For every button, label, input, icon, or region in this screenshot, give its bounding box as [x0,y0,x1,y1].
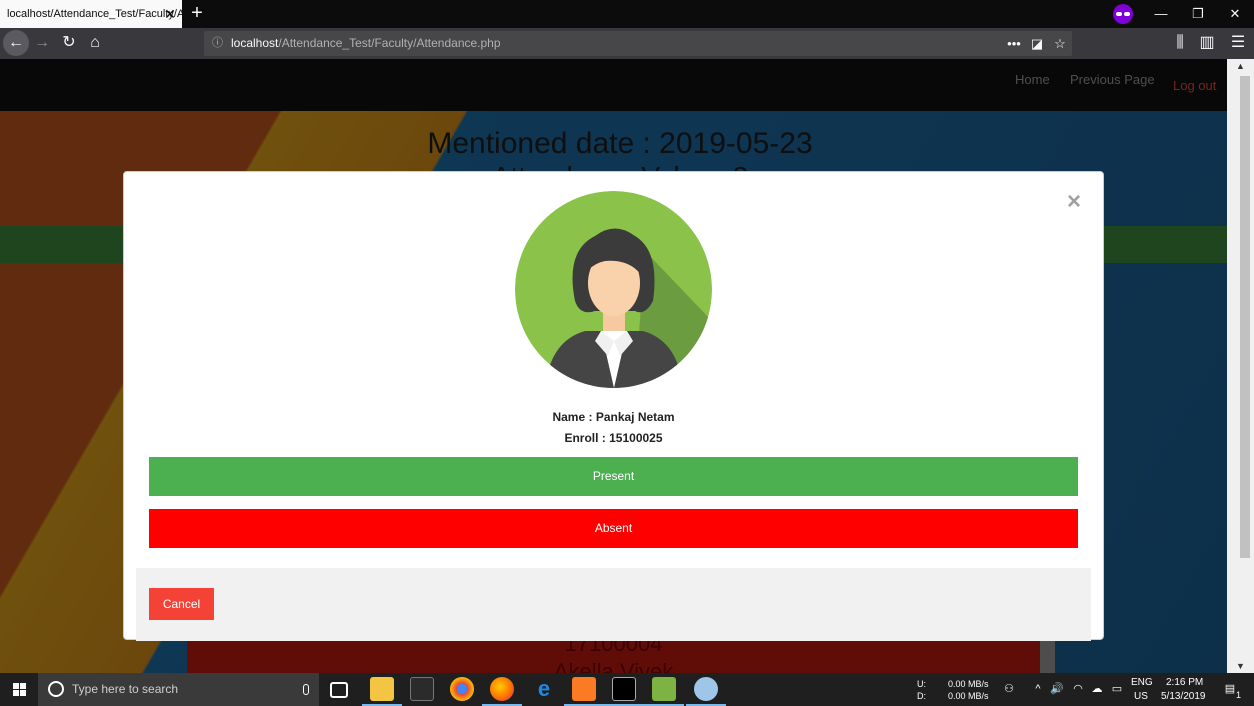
attendance-modal: × Name : Pankaj Netam Enroll : 15100025 … [123,171,1104,641]
scroll-up-icon[interactable]: ▲ [1227,59,1254,73]
more-icon[interactable]: ••• [1004,31,1024,56]
clock-date[interactable]: 5/13/2019 [1161,691,1206,702]
language-indicator[interactable]: ENG [1131,677,1153,688]
taskbar-search[interactable]: Type here to search [38,673,319,706]
private-browsing-icon [1113,4,1133,24]
back-icon[interactable]: ← [3,30,29,56]
close-icon[interactable]: × [1064,190,1084,214]
file-explorer-icon[interactable] [370,677,394,701]
net-download-label: D: [917,691,926,701]
windows-taskbar: Type here to search e U: D: 0.00 MB/s 0.… [0,673,1254,706]
info-icon[interactable]: ⓘ [212,31,223,56]
student-avatar [515,191,712,388]
browser-tab[interactable]: localhost/Attendance_Test/Faculty/A ✕ [0,0,182,28]
pocket-icon[interactable]: ◪ [1027,31,1047,56]
battery-icon[interactable]: ▭ [1110,683,1124,696]
page-viewport: Mentioned date : 2019-05-23 Attendance V… [0,59,1227,673]
xampp-icon[interactable] [572,677,596,701]
net-download-speed: 0.00 MB/s [948,691,989,701]
net-upload-label: U: [917,679,926,689]
app-icon[interactable] [410,677,434,701]
bookmark-star-icon[interactable]: ☆ [1050,31,1070,56]
tab-title: localhost/Attendance_Test/Faculty/A [7,8,182,20]
search-placeholder: Type here to search [72,682,179,696]
absent-button[interactable]: Absent [149,509,1078,548]
sidebar-icon[interactable]: ▥ [1195,31,1219,55]
firefox-icon[interactable] [490,677,514,701]
task-view-icon[interactable] [330,682,348,698]
scroll-thumb[interactable] [1240,76,1250,558]
reload-icon[interactable]: ↻ [57,31,81,55]
cancel-button[interactable]: Cancel [149,588,214,620]
page-scrollbar[interactable]: ▲ ▼ [1227,59,1254,673]
cortana-icon [48,681,64,697]
forward-icon[interactable]: → [30,31,54,55]
student-enroll: Enroll : 15100025 [564,431,663,445]
browser-tab-bar: localhost/Attendance_Test/Faculty/A ✕ + … [0,0,1254,28]
url-path: /Attendance_Test/Faculty/Attendance.php [278,36,501,50]
home-icon[interactable]: ⌂ [83,31,107,55]
scroll-down-icon[interactable]: ▼ [1227,659,1254,673]
volume-icon[interactable]: 🔊 [1050,683,1064,696]
library-icon[interactable]: ⫼ [1168,31,1192,55]
microphone-icon[interactable] [303,684,309,695]
region-indicator[interactable]: US [1134,691,1148,702]
chrome-icon[interactable] [450,677,474,701]
edge-icon[interactable]: e [532,677,556,701]
new-tab-button[interactable]: + [188,0,206,28]
url-bar[interactable]: ⓘ localhost/Attendance_Test/Faculty/Atte… [204,31,1072,56]
onedrive-icon[interactable]: ☁ [1090,683,1104,696]
student-name: Name : Pankaj Netam [552,410,675,424]
present-button[interactable]: Present [149,457,1078,496]
app-icon[interactable] [694,677,718,701]
start-button[interactable] [0,673,38,706]
menu-icon[interactable]: ☰ [1226,31,1250,55]
url-host: localhost [231,36,279,50]
notepad-plus-icon[interactable] [652,677,676,701]
url-text[interactable]: localhost/Attendance_Test/Faculty/Attend… [231,31,501,56]
wifi-icon[interactable]: ◠ [1071,683,1085,696]
minimize-button[interactable]: — [1143,0,1179,28]
restore-button[interactable]: ❐ [1180,0,1216,28]
net-upload-speed: 0.00 MB/s [948,679,989,689]
modal-footer: Cancel [136,568,1091,641]
terminal-icon[interactable] [612,677,636,701]
close-window-button[interactable]: ✕ [1217,0,1253,28]
clock-time[interactable]: 2:16 PM [1166,677,1203,688]
browser-toolbar: ← → ↻ ⌂ ⓘ localhost/Attendance_Test/Facu… [0,28,1254,59]
chevron-up-icon[interactable]: ^ [1031,683,1045,696]
people-icon[interactable]: ⚇ [1002,683,1016,696]
tab-close-icon[interactable]: ✕ [163,0,177,28]
notification-count: 1 [1236,690,1242,700]
